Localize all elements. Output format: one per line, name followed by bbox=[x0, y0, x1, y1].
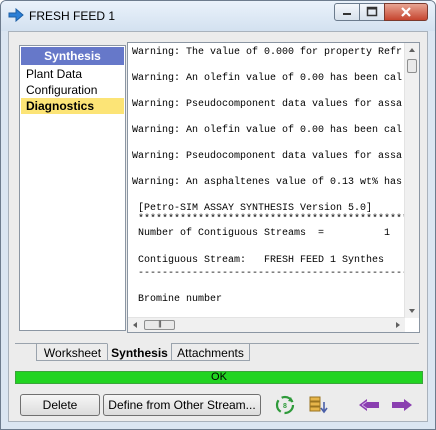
log-line: Number of Contiguous Streams = 1 bbox=[132, 228, 391, 239]
scroll-right-icon[interactable] bbox=[396, 322, 400, 328]
close-icon bbox=[401, 7, 411, 17]
synthesis-nav-panel: Synthesis Plant Data Configuration Diagn… bbox=[19, 45, 126, 331]
title-bar[interactable]: FRESH FEED 1 bbox=[1, 1, 435, 31]
vertical-scrollbar[interactable] bbox=[404, 43, 419, 318]
horizontal-scrollbar[interactable]: ||| bbox=[128, 317, 405, 332]
delete-button[interactable]: Delete bbox=[20, 394, 100, 416]
recycle-icon: 8 bbox=[275, 395, 295, 415]
log-line: Bromine number bbox=[132, 294, 223, 305]
tab-bar: Worksheet Synthesis Attachments bbox=[15, 343, 419, 362]
log-line: Warning: An olefin value of 0.00 has bee… bbox=[132, 73, 403, 84]
nav-header: Synthesis bbox=[21, 47, 124, 65]
nav-item-configuration[interactable]: Configuration bbox=[21, 82, 124, 98]
data-stack-button[interactable] bbox=[307, 394, 331, 416]
recycle-button[interactable]: 8 bbox=[273, 394, 297, 416]
next-button[interactable] bbox=[390, 394, 414, 416]
maximize-button[interactable] bbox=[359, 3, 385, 21]
log-line: [Petro-SIM ASSAY SYNTHESIS Version 5.0] bbox=[132, 203, 373, 214]
log-line: Warning: An asphaltenes value of 0.13 wt… bbox=[132, 177, 403, 188]
scroll-up-icon[interactable] bbox=[409, 48, 415, 52]
minimize-button[interactable] bbox=[334, 3, 360, 21]
vertical-scroll-thumb[interactable] bbox=[407, 59, 417, 73]
close-button[interactable] bbox=[384, 3, 428, 21]
horizontal-scroll-thumb[interactable]: ||| bbox=[144, 320, 175, 330]
previous-button[interactable] bbox=[357, 394, 381, 416]
define-from-other-stream-button[interactable]: Define from Other Stream... bbox=[103, 394, 261, 416]
maximize-icon bbox=[366, 6, 378, 17]
database-stack-icon bbox=[309, 396, 328, 414]
scroll-down-icon[interactable] bbox=[409, 309, 415, 313]
nav-item-diagnostics[interactable]: Diagnostics bbox=[21, 98, 124, 114]
log-line: ****************************************… bbox=[132, 214, 408, 225]
diagnostics-text-area[interactable]: Warning: The value of 0.000 for property… bbox=[127, 42, 420, 333]
stream-window: FRESH FEED 1 Synthesis Plant Data Config… bbox=[0, 0, 436, 430]
scroll-left-icon[interactable] bbox=[133, 322, 137, 328]
minimize-icon bbox=[343, 13, 351, 15]
window-title: FRESH FEED 1 bbox=[29, 9, 116, 23]
tab-worksheet[interactable]: Worksheet bbox=[36, 343, 109, 361]
tab-synthesis[interactable]: Synthesis bbox=[107, 343, 172, 361]
status-bar: OK bbox=[15, 371, 423, 384]
window-client-area: Synthesis Plant Data Configuration Diagn… bbox=[8, 31, 428, 422]
svg-text:8: 8 bbox=[283, 403, 287, 410]
log-line: Warning: The value of 0.000 for property… bbox=[132, 47, 403, 58]
log-line: ----------------------------------------… bbox=[132, 268, 408, 279]
arrow-right-icon bbox=[8, 8, 24, 22]
next-arrow-icon bbox=[392, 399, 412, 411]
log-line: Warning: Pseudocomponent data values for… bbox=[132, 99, 403, 110]
nav-item-plant-data[interactable]: Plant Data bbox=[21, 66, 124, 82]
diagnostics-log: Warning: The value of 0.000 for property… bbox=[128, 43, 408, 318]
log-line: Contiguous Stream: FRESH FEED 1 Synthes bbox=[132, 255, 385, 266]
previous-arrow-icon bbox=[359, 399, 379, 411]
log-line: Warning: An olefin value of 0.00 has bee… bbox=[132, 125, 403, 136]
tab-attachments[interactable]: Attachments bbox=[171, 343, 250, 361]
log-line: Warning: Pseudocomponent data values for… bbox=[132, 151, 403, 162]
